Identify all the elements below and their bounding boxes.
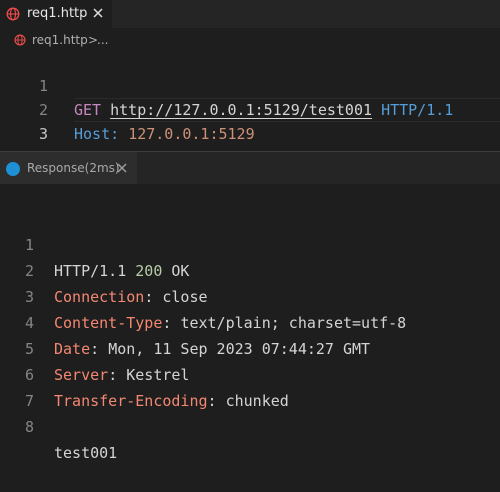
editor-line[interactable]: 1 GET http://127.0.0.1:5129/test001 HTTP…: [0, 50, 500, 119]
tab-title: req1.http: [27, 6, 88, 21]
response-preview-icon: [6, 162, 20, 176]
breadcrumb: req1.http > ...: [0, 28, 500, 52]
response-view: 1 HTTP/1.1 200 OK 2 Connection: close 3 …: [0, 206, 500, 462]
response-line: 5 Server: Kestrel: [0, 310, 500, 384]
response-tab-title: Response(2ms): [27, 161, 120, 175]
response-line: 3 Content-Type: text/plain; charset=utf-…: [0, 258, 500, 332]
tab-response[interactable]: Response(2ms): [0, 152, 137, 184]
close-icon[interactable]: [90, 5, 106, 21]
breadcrumb-file[interactable]: req1.http: [32, 33, 88, 47]
response-line: 1 HTTP/1.1 200 OK: [0, 206, 500, 280]
response-line: 4 Date: Mon, 11 Sep 2023 07:44:27 GMT: [0, 284, 500, 358]
editor-line[interactable]: 3: [0, 98, 500, 143]
response-body: test001: [54, 444, 118, 462]
header-name: Host:: [74, 125, 120, 143]
response-line: 7: [0, 362, 500, 410]
request-editor[interactable]: 1 GET http://127.0.0.1:5129/test001 HTTP…: [0, 50, 500, 143]
response-tab-bar: Response(2ms): [0, 152, 500, 184]
globe-icon: [6, 7, 20, 21]
header-value: 127.0.0.1:5129: [128, 125, 255, 143]
response-line: 2 Connection: close: [0, 232, 500, 306]
line-number: 8: [24, 418, 34, 436]
editor-line[interactable]: 2 Host: 127.0.0.1:5129: [0, 74, 500, 143]
response-line: 6 Transfer-Encoding: chunked: [0, 336, 500, 410]
editor-tab-bar: req1.http: [0, 0, 500, 28]
tab-req1-http[interactable]: req1.http: [0, 0, 112, 28]
globe-icon: [14, 34, 26, 46]
breadcrumb-more[interactable]: ...: [97, 33, 108, 47]
response-line: 8 test001: [0, 388, 500, 462]
close-icon[interactable]: [115, 161, 129, 175]
line-number: 3: [38, 125, 48, 143]
